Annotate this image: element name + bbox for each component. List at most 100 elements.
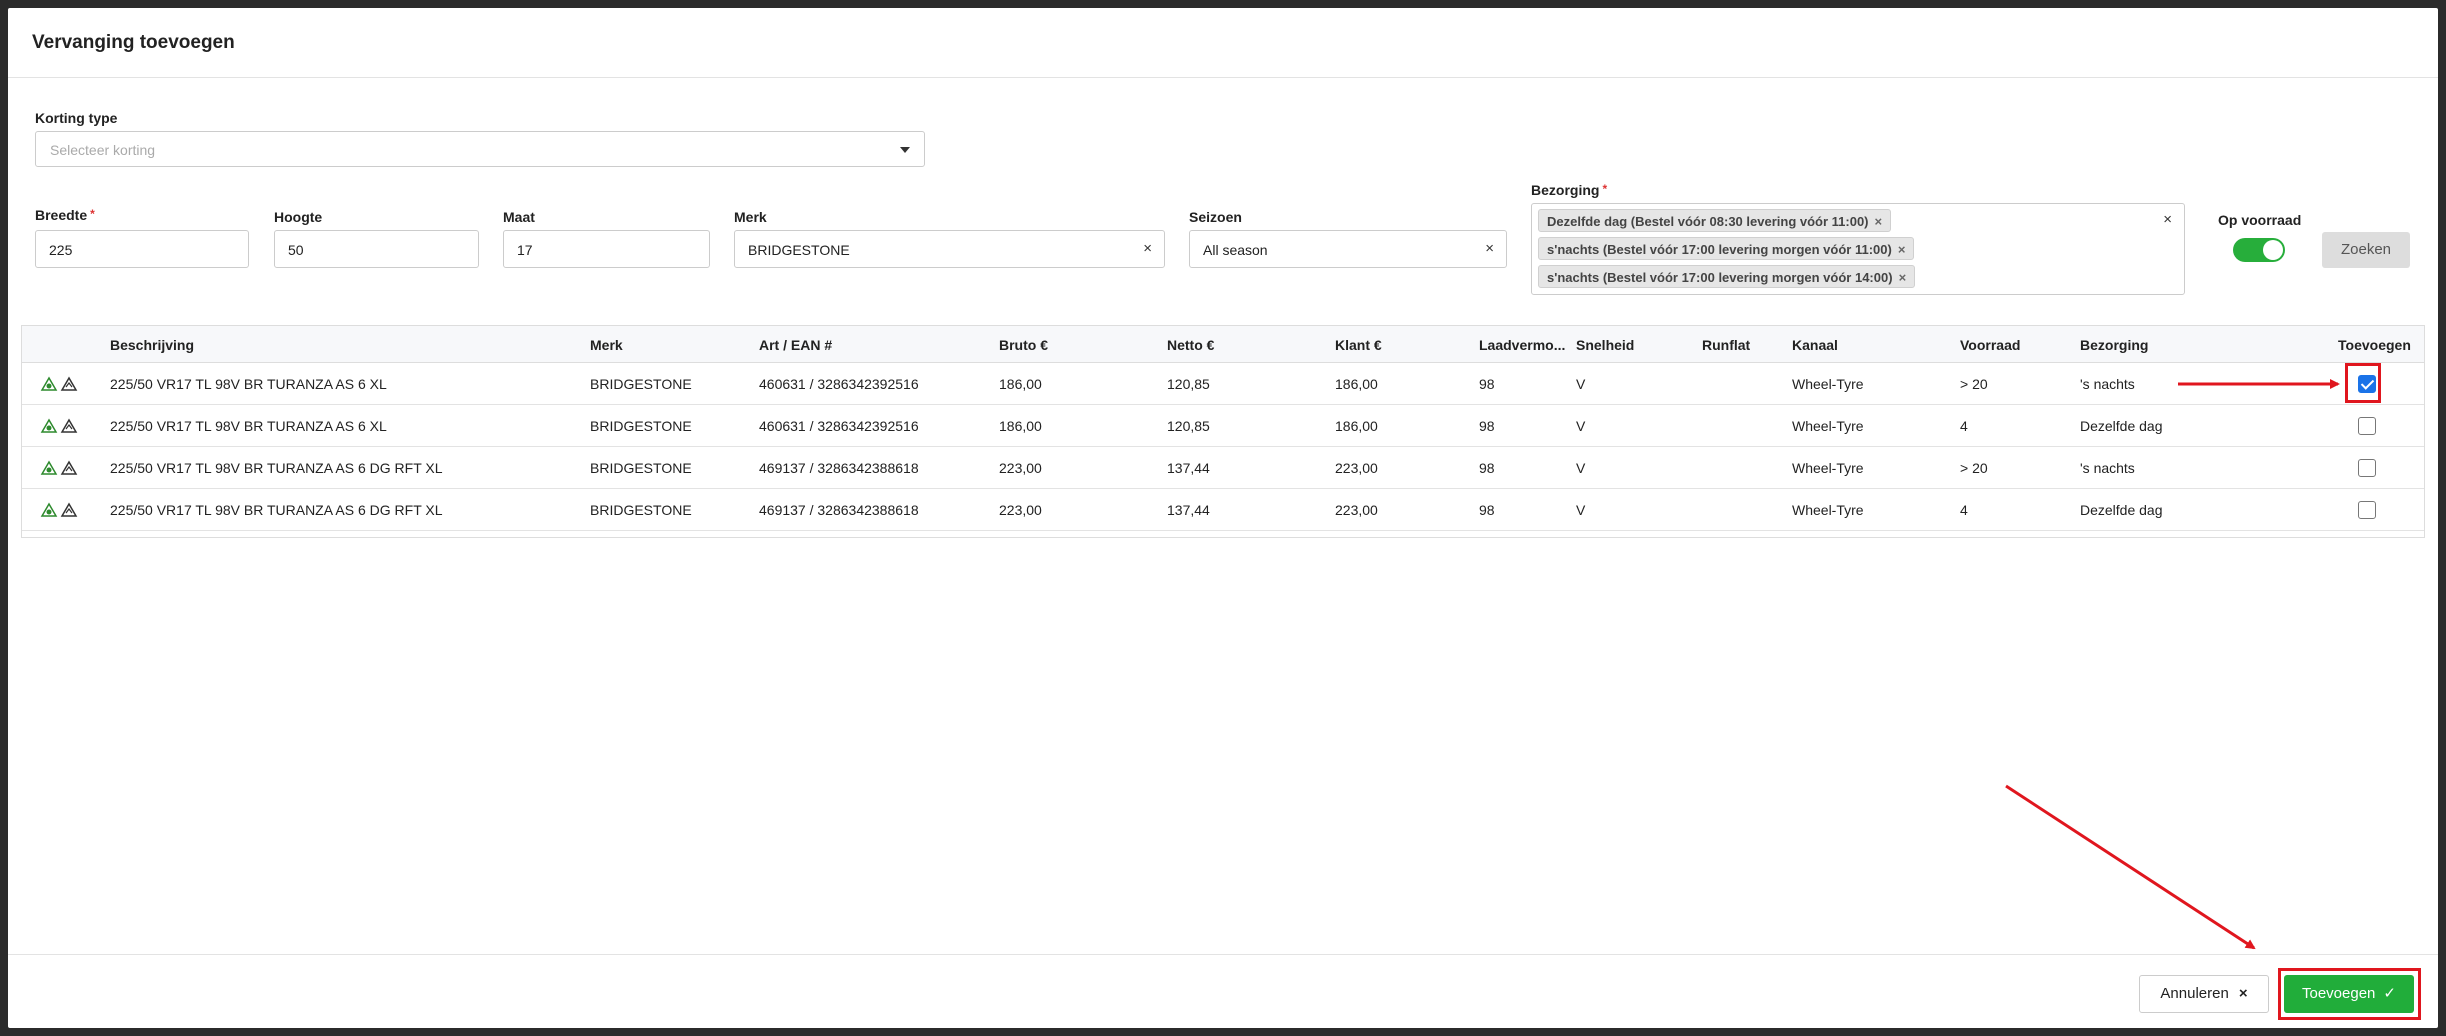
close-icon: × <box>2238 985 2248 1002</box>
col-klant: Klant € <box>1335 337 1382 353</box>
col-bezorging: Bezorging <box>2080 337 2149 353</box>
tyre-label-icons <box>40 375 80 393</box>
modal: Vervanging toevoegen Korting type Select… <box>8 8 2438 1028</box>
tyre-label-icons <box>40 417 80 435</box>
cell-merk: BRIDGESTONE <box>590 460 692 476</box>
annuleren-button[interactable]: Annuleren × <box>2139 975 2269 1013</box>
cell-bezorging: Dezelfde dag <box>2080 418 2163 434</box>
cell-netto: 120,85 <box>1167 376 1210 392</box>
annotation-highlight-checkbox <box>2345 363 2381 403</box>
remove-tag-icon[interactable]: × <box>1899 270 1907 285</box>
cell-art-ean: 460631 / 3286342392516 <box>759 418 919 434</box>
cell-snelheid: V <box>1576 502 1586 518</box>
col-bruto: Bruto € <box>999 337 1048 353</box>
clear-merk-icon[interactable]: × <box>1143 240 1152 257</box>
cell-kanaal: Wheel-Tyre <box>1792 376 1864 392</box>
remove-tag-icon[interactable]: × <box>1898 242 1906 257</box>
korting-type-select[interactable]: Selecteer korting <box>35 131 925 167</box>
eco-label-icon <box>40 418 58 433</box>
toevoegen-checkbox[interactable] <box>2358 417 2376 435</box>
toevoegen-checkbox[interactable] <box>2358 459 2376 477</box>
cell-klant: 186,00 <box>1335 376 1378 392</box>
maat-input[interactable]: 17 <box>503 230 710 268</box>
eco-label-icon <box>40 460 58 475</box>
col-kanaal: Kanaal <box>1792 337 1838 353</box>
cell-bezorging: 's nachts <box>2080 460 2135 476</box>
breedte-input[interactable]: 225 <box>35 230 249 268</box>
required-mark: * <box>1602 182 1608 196</box>
cell-art-ean: 469137 / 3286342388618 <box>759 502 919 518</box>
tyre-label-icons <box>40 501 80 519</box>
remove-tag-icon[interactable]: × <box>1875 214 1883 229</box>
required-mark: * <box>90 207 95 221</box>
annotation-highlight-button <box>2278 968 2421 1020</box>
cell-bruto: 223,00 <box>999 460 1042 476</box>
cell-voorraad: 4 <box>1960 418 1968 434</box>
toevoegen-checkbox[interactable] <box>2358 501 2376 519</box>
cell-merk: BRIDGESTONE <box>590 418 692 434</box>
cell-snelheid: V <box>1576 460 1586 476</box>
chevron-down-icon <box>900 147 910 153</box>
cell-beschrijving: 225/50 VR17 TL 98V BR TURANZA AS 6 XL <box>110 418 387 434</box>
bezorging-multiselect[interactable]: Dezelfde dag (Bestel vóór 08:30 levering… <box>1531 203 2185 295</box>
col-laadvermogen: Laadvermo... <box>1479 337 1566 353</box>
cell-bruto: 223,00 <box>999 502 1042 518</box>
col-merk: Merk <box>590 337 623 353</box>
cell-netto: 120,85 <box>1167 418 1210 434</box>
merk-input[interactable]: BRIDGESTONE × <box>734 230 1165 268</box>
col-snelheid: Snelheid <box>1576 337 1635 353</box>
cell-netto: 137,44 <box>1167 502 1210 518</box>
cell-klant: 223,00 <box>1335 502 1378 518</box>
table-row: 225/50 VR17 TL 98V BR TURANZA AS 6 DG RF… <box>22 447 2424 489</box>
zoeken-button[interactable]: Zoeken <box>2322 232 2410 268</box>
merk-value: BRIDGESTONE <box>748 242 850 258</box>
snow-mountain-icon <box>60 376 78 391</box>
korting-type-placeholder: Selecteer korting <box>50 142 156 158</box>
op-voorraad-toggle[interactable] <box>2233 238 2285 262</box>
col-voorraad: Voorraad <box>1960 337 2021 353</box>
clear-bezorging-icon[interactable]: × <box>2163 211 2172 228</box>
merk-label: Merk <box>734 209 767 225</box>
modal-title: Vervanging toevoegen <box>32 32 235 53</box>
cell-bruto: 186,00 <box>999 418 1042 434</box>
table-row: 225/50 VR17 TL 98V BR TURANZA AS 6 XL BRI… <box>22 405 2424 447</box>
cell-voorraad: > 20 <box>1960 376 1988 392</box>
table-header: Beschrijving Merk Art / EAN # Bruto € Ne… <box>22 326 2424 363</box>
korting-type-label: Korting type <box>35 110 118 126</box>
cell-klant: 186,00 <box>1335 418 1378 434</box>
cell-merk: BRIDGESTONE <box>590 376 692 392</box>
modal-footer: Annuleren × Toevoegen ✓ <box>8 954 2438 1028</box>
cell-snelheid: V <box>1576 418 1586 434</box>
cell-beschrijving: 225/50 VR17 TL 98V BR TURANZA AS 6 DG RF… <box>110 460 443 476</box>
cell-kanaal: Wheel-Tyre <box>1792 502 1864 518</box>
bezorging-tag: Dezelfde dag (Bestel vóór 08:30 levering… <box>1538 209 1892 232</box>
hoogte-label: Hoogte <box>274 209 323 225</box>
seizoen-value: All season <box>1203 242 1268 258</box>
cell-klant: 223,00 <box>1335 460 1378 476</box>
op-voorraad-label: Op voorraad <box>2218 212 2302 228</box>
toggle-knob <box>2263 240 2283 260</box>
cell-laadvermogen: 98 <box>1479 460 1495 476</box>
seizoen-input[interactable]: All season × <box>1189 230 1507 268</box>
bezorging-tag: s'nachts (Bestel vóór 17:00 levering mor… <box>1538 265 1916 288</box>
cell-laadvermogen: 98 <box>1479 502 1495 518</box>
cell-voorraad: > 20 <box>1960 460 1988 476</box>
cell-merk: BRIDGESTONE <box>590 502 692 518</box>
col-art-ean: Art / EAN # <box>759 337 833 353</box>
hoogte-input[interactable]: 50 <box>274 230 479 268</box>
cell-snelheid: V <box>1576 376 1586 392</box>
cell-laadvermogen: 98 <box>1479 418 1495 434</box>
cell-art-ean: 460631 / 3286342392516 <box>759 376 919 392</box>
bezorging-label: Bezorging * <box>1531 182 1608 198</box>
maat-label: Maat <box>503 209 535 225</box>
cell-netto: 137,44 <box>1167 460 1210 476</box>
snow-mountain-icon <box>60 418 78 433</box>
seizoen-label: Seizoen <box>1189 209 1242 225</box>
clear-seizoen-icon[interactable]: × <box>1485 240 1494 257</box>
cell-bezorging: Dezelfde dag <box>2080 502 2163 518</box>
col-netto: Netto € <box>1167 337 1215 353</box>
col-beschrijving: Beschrijving <box>110 337 195 353</box>
breedte-label: Breedte * <box>35 207 95 223</box>
bezorging-tag: s'nachts (Bestel vóór 17:00 levering mor… <box>1538 237 1915 260</box>
cell-laadvermogen: 98 <box>1479 376 1495 392</box>
